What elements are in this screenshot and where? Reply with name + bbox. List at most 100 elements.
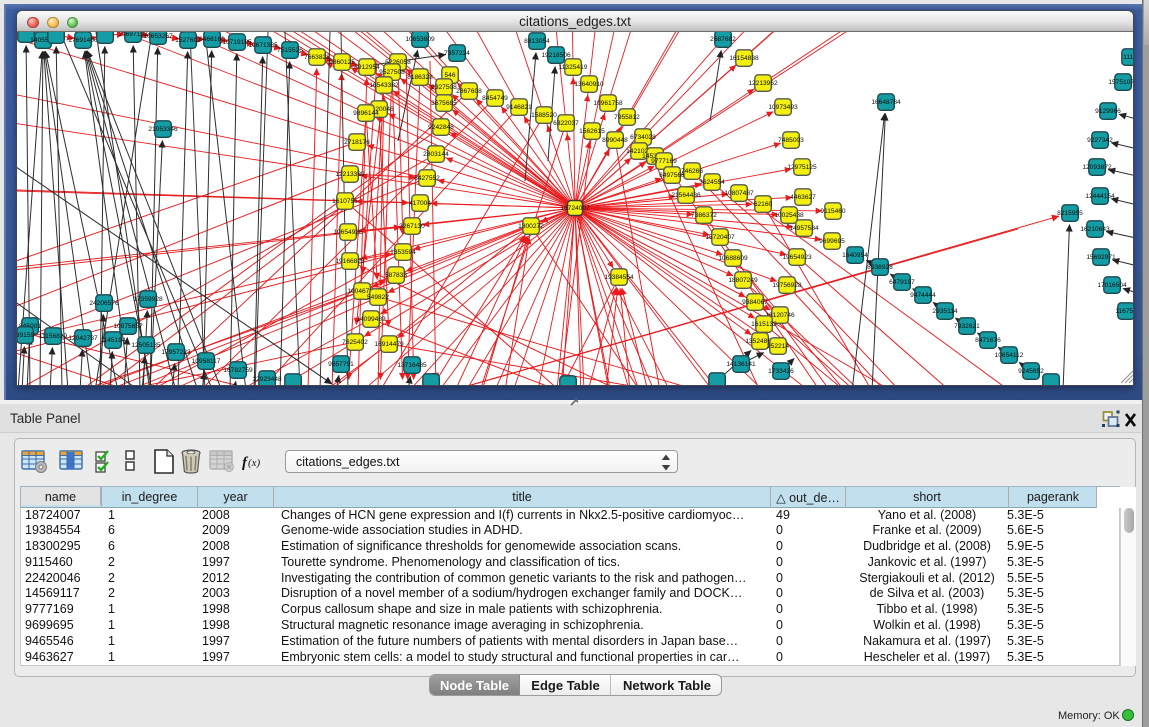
svg-text:2687682: 2687682: [710, 36, 736, 43]
svg-text:16154838: 16154838: [729, 55, 759, 62]
svg-text:24206576: 24206576: [89, 300, 119, 307]
svg-text:9527508: 9527508: [379, 69, 405, 76]
svg-text:9857791: 9857791: [328, 361, 354, 368]
svg-text:9699695: 9699695: [819, 238, 845, 245]
svg-text:9245652: 9245652: [1018, 368, 1044, 375]
svg-text:17957223: 17957223: [161, 349, 191, 356]
svg-text:6734028: 6734028: [630, 134, 656, 141]
svg-text:16543382: 16543382: [369, 82, 399, 89]
svg-text:1610755: 1610755: [332, 198, 358, 205]
svg-text:14136141: 14136141: [726, 361, 756, 368]
svg-text:10958117: 10958117: [192, 358, 221, 365]
svg-text:13640910: 13640910: [574, 81, 604, 88]
svg-text:17359928: 17359928: [133, 296, 163, 303]
svg-text:1588520: 1588520: [531, 112, 557, 119]
svg-text:10671385: 10671385: [248, 42, 278, 49]
svg-text:587833: 587833: [385, 272, 407, 279]
svg-text:1145194: 1145194: [100, 337, 126, 344]
svg-text:15692971: 15692971: [1086, 254, 1116, 261]
svg-text:14099489: 14099489: [356, 316, 386, 323]
svg-text:9777169: 9777169: [651, 158, 677, 165]
svg-text:19166825: 19166825: [335, 258, 365, 265]
svg-text:4463627: 4463627: [790, 194, 816, 201]
svg-text:116753: 116753: [1115, 308, 1133, 315]
svg-text:8454749: 8454749: [482, 95, 508, 102]
svg-text:10961758: 10961758: [593, 100, 623, 107]
svg-text:2935114: 2935114: [932, 308, 958, 315]
svg-text:252214: 252214: [767, 343, 789, 350]
svg-text:10653809: 10653809: [405, 36, 435, 43]
svg-text:8186328: 8186328: [407, 74, 433, 81]
svg-text:12042737: 12042737: [68, 335, 98, 342]
svg-text:7386372: 7386372: [691, 212, 717, 219]
svg-text:16914479: 16914479: [374, 341, 404, 348]
svg-text:8912954: 8912954: [354, 64, 380, 71]
svg-text:9327508: 9327508: [431, 84, 457, 91]
svg-text:8215955: 8215955: [1057, 210, 1083, 217]
svg-text:10025438: 10025438: [774, 212, 804, 219]
svg-text:1562615: 1562615: [579, 128, 605, 135]
svg-text:15720407: 15720407: [705, 234, 735, 241]
svg-text:8990448: 8990448: [602, 137, 628, 144]
svg-text:9115460: 9115460: [820, 208, 846, 215]
svg-text:6479197: 6479197: [889, 279, 915, 286]
svg-text:12505135: 12505135: [131, 342, 161, 349]
svg-text:7485003: 7485003: [778, 137, 804, 144]
svg-text:7955812: 7955812: [614, 114, 640, 121]
svg-text:2803144: 2803144: [423, 151, 449, 158]
svg-text:1733426: 1733426: [768, 368, 794, 375]
svg-text:9896144: 9896144: [353, 110, 379, 117]
svg-text:17016504: 17016504: [1097, 282, 1127, 289]
svg-text:13716485: 13716485: [397, 362, 427, 369]
svg-text:19218506: 19218506: [541, 52, 571, 59]
svg-text:9860125: 9860125: [329, 59, 355, 66]
svg-text:18724007: 18724007: [560, 205, 590, 212]
svg-text:1112: 1112: [1123, 54, 1133, 61]
svg-text:8427552: 8427552: [414, 175, 440, 182]
svg-text:10807487: 10807487: [724, 190, 754, 197]
svg-text:1300272: 1300272: [518, 223, 544, 230]
svg-text:12923448: 12923448: [252, 376, 282, 383]
svg-text:39159: 39159: [17, 332, 34, 339]
svg-text:10688609: 10688609: [718, 255, 748, 262]
svg-text:417004: 417004: [409, 200, 431, 207]
svg-text:1640954: 1640954: [842, 252, 868, 259]
svg-text:3675685: 3675685: [431, 100, 457, 107]
svg-text:19756928: 19756928: [772, 282, 802, 289]
svg-text:7515526: 7515526: [277, 47, 303, 54]
svg-text:8471676: 8471676: [975, 337, 1001, 344]
svg-text:21564436: 21564436: [671, 192, 701, 199]
svg-text:9384067: 9384067: [742, 299, 768, 306]
svg-text:6466160: 6466160: [199, 36, 225, 43]
svg-text:3624554: 3624554: [699, 179, 725, 186]
svg-text:27691406: 27691406: [68, 37, 98, 44]
svg-text:8813054: 8813054: [524, 38, 550, 45]
svg-text:7663822: 7663822: [304, 54, 330, 61]
svg-text:9146821: 9146821: [506, 104, 532, 111]
svg-text:1615132: 1615132: [751, 321, 777, 328]
svg-text:10973493: 10973493: [768, 104, 798, 111]
svg-text:19384554: 19384554: [604, 274, 634, 281]
svg-text:16648784: 16648784: [871, 99, 901, 106]
svg-text:6497568: 6497568: [659, 172, 685, 179]
svg-text:19654923: 19654923: [782, 254, 812, 261]
svg-text:62160: 62160: [754, 201, 773, 208]
svg-text:10654925: 10654925: [333, 229, 363, 236]
svg-text:10975857: 10975857: [113, 323, 143, 330]
svg-text:18807249: 18807249: [728, 277, 758, 284]
svg-text:9227342: 9227342: [1087, 137, 1113, 144]
svg-text:10653267: 10653267: [143, 33, 173, 40]
svg-text:9474444: 9474444: [910, 292, 936, 299]
svg-text:(x): (x): [248, 457, 261, 469]
svg-text:10654112: 10654112: [995, 352, 1024, 359]
svg-text:3267130: 3267130: [399, 223, 425, 230]
svg-text:16782759: 16782759: [223, 367, 253, 374]
svg-text:12213962: 12213962: [748, 80, 778, 87]
svg-text:12093872: 12093872: [1082, 164, 1112, 171]
svg-text:7625402: 7625402: [342, 339, 368, 346]
svg-text:9242848: 9242848: [428, 124, 454, 131]
svg-text:15751074: 15751074: [1108, 79, 1133, 86]
svg-text:1527602: 1527602: [175, 37, 201, 44]
svg-text:11325419: 11325419: [559, 64, 588, 71]
svg-text:12444154: 12444154: [1085, 193, 1115, 200]
